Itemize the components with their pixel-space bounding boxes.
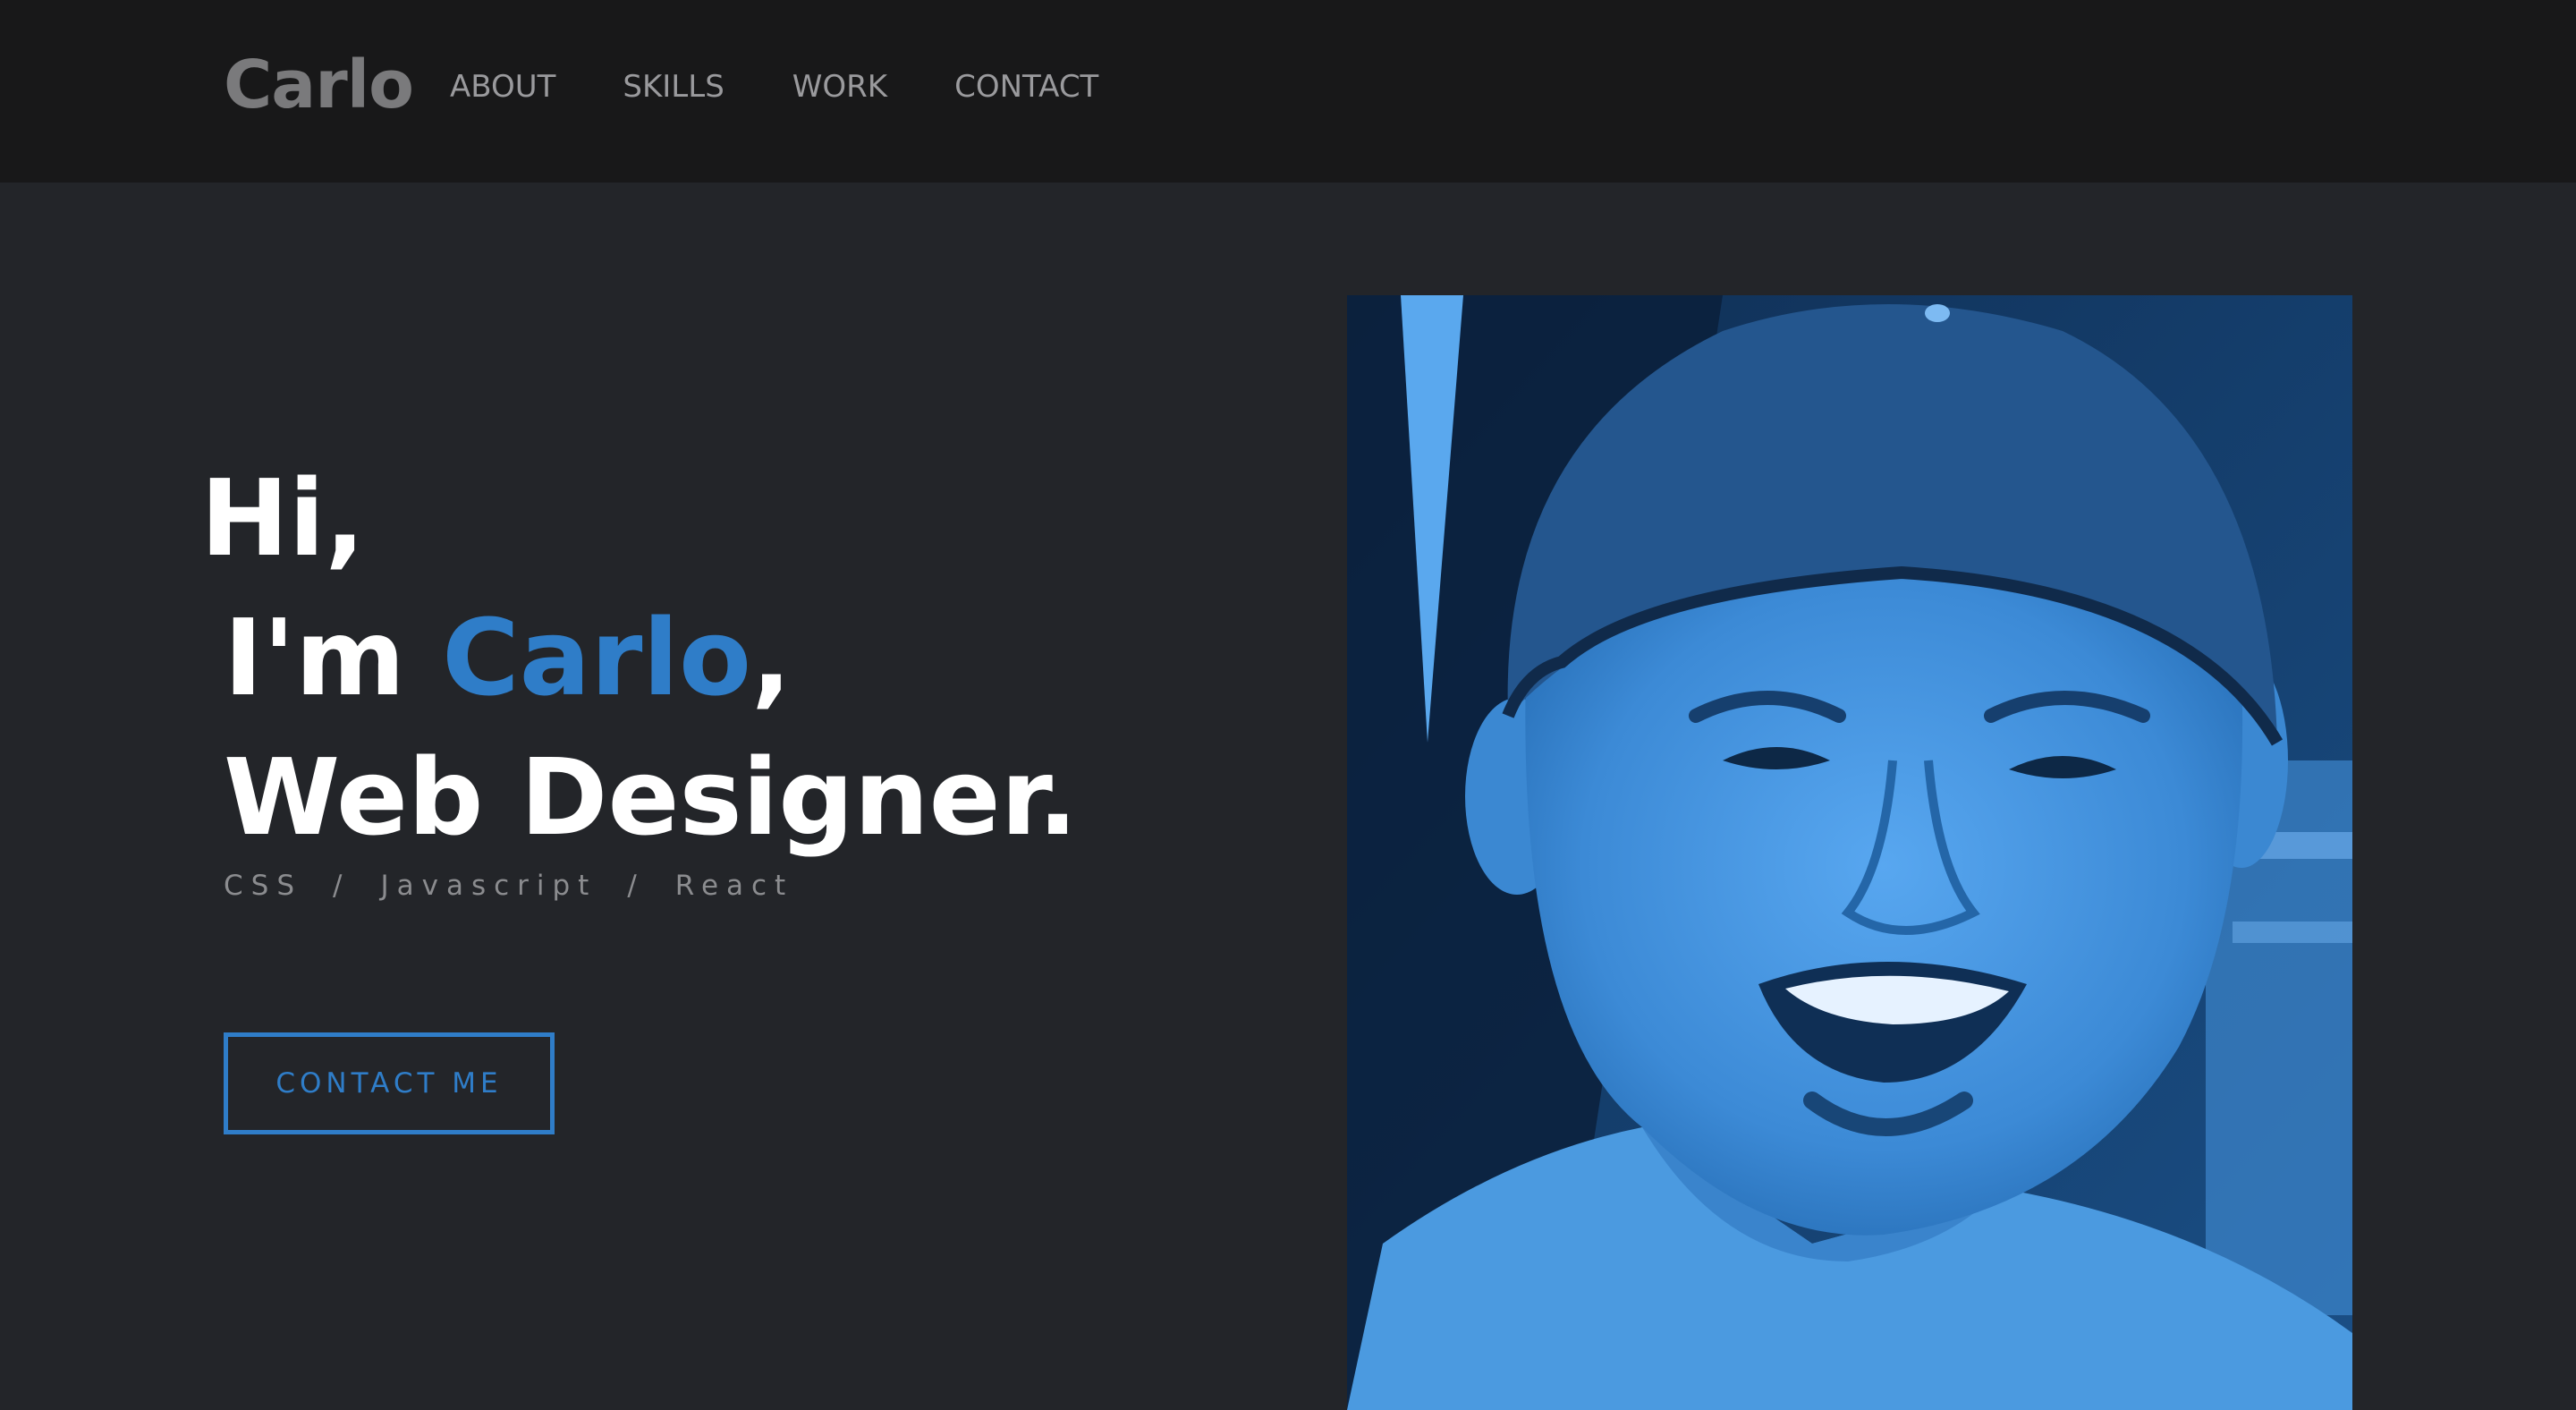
hero-section: Hi, I'm Carlo, Web Designer. CSS / Javascr…: [0, 183, 2576, 1410]
hero-greeting: Hi,: [200, 456, 366, 580]
skill-css: CSS: [224, 870, 303, 902]
nav-link-work[interactable]: WORK: [792, 69, 887, 105]
nav-links: ABOUT SKILLS WORK CONTACT: [450, 69, 1165, 105]
nav-link-skills[interactable]: SKILLS: [623, 69, 724, 105]
profile-photo: [1347, 295, 2352, 1410]
hero-intro-suffix: ,: [751, 596, 792, 719]
nav-link-contact[interactable]: CONTACT: [954, 69, 1098, 105]
skill-separator: /: [627, 870, 645, 902]
skill-javascript: Javascript: [380, 870, 597, 902]
top-navbar: Carlo ABOUT SKILLS WORK CONTACT: [0, 0, 2576, 183]
skill-react: React: [674, 870, 794, 902]
hero-role: Web Designer.: [224, 735, 1078, 859]
profile-photo-illustration: [1347, 295, 2352, 1410]
hero-name: Carlo: [442, 596, 752, 719]
skill-separator: /: [333, 870, 351, 902]
contact-me-button[interactable]: CONTACT ME: [224, 1032, 555, 1134]
hero-intro-prefix: I'm: [224, 596, 443, 719]
skills-list: CSS / Javascript / React: [224, 870, 793, 902]
logo-link[interactable]: Carlo: [224, 47, 414, 123]
nav-link-about[interactable]: ABOUT: [450, 69, 555, 105]
hero-intro: I'm Carlo,: [224, 605, 792, 710]
